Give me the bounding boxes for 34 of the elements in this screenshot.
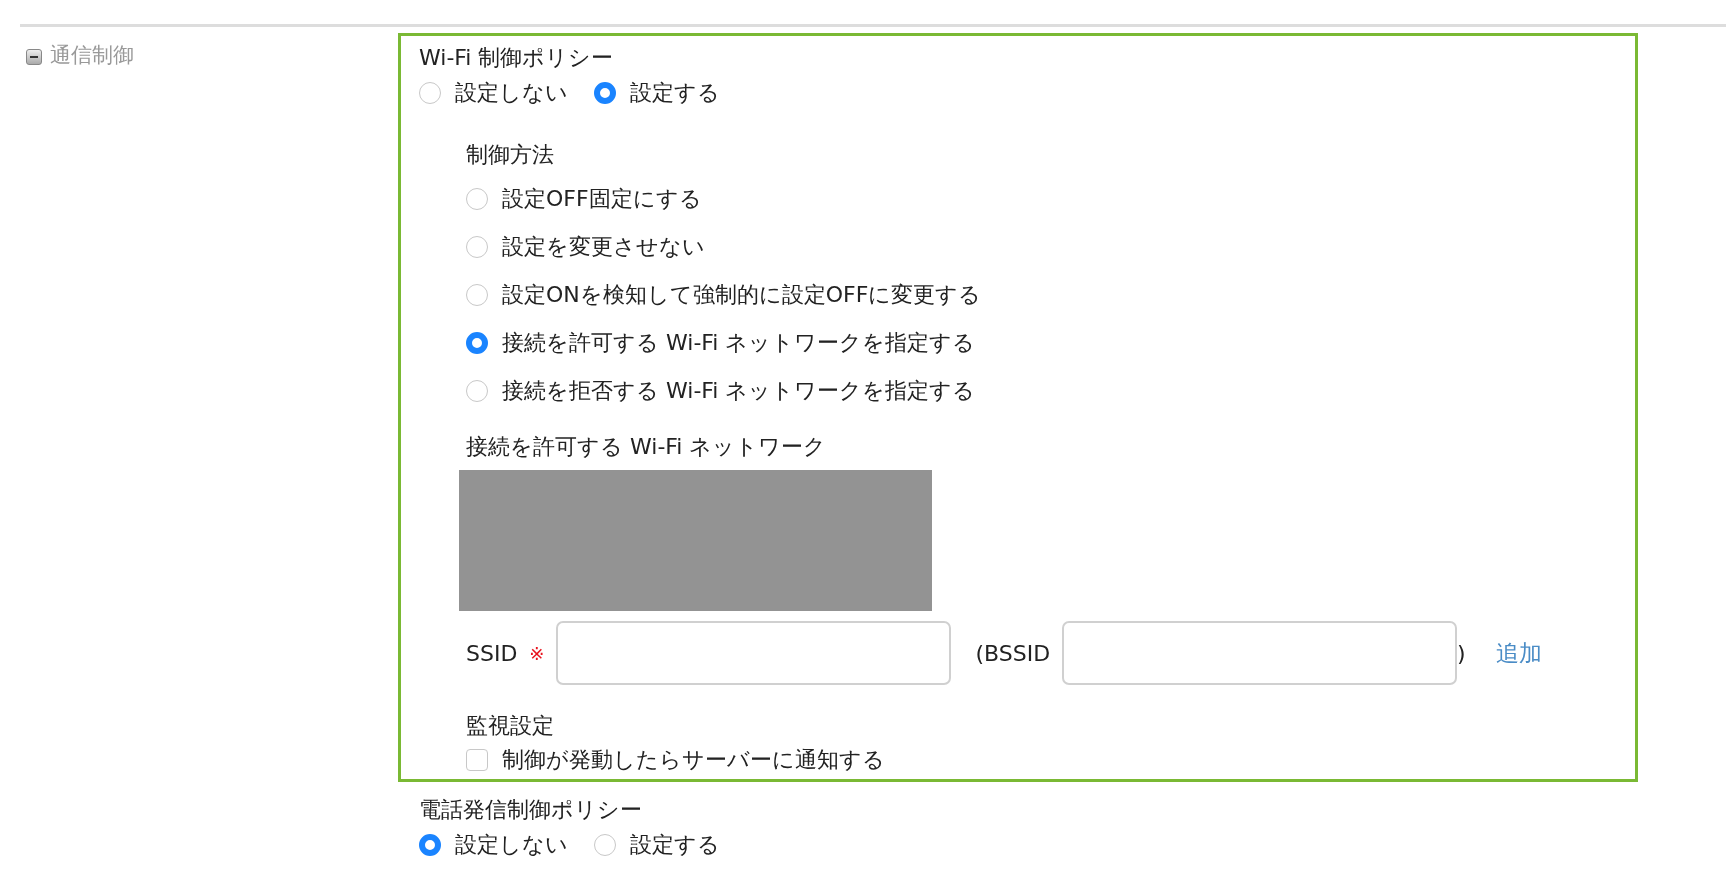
radio-button[interactable] [466, 380, 488, 402]
radio-label: 設定する [630, 831, 720, 859]
monitoring-heading: 監視設定 [466, 712, 555, 740]
radio-button[interactable] [466, 236, 488, 258]
radio-label: 設定しない [455, 831, 568, 859]
radio-label: 設定を変更させない [502, 233, 705, 261]
radio-button[interactable] [466, 332, 488, 354]
bssid-field[interactable] [1062, 621, 1458, 685]
radio-button[interactable] [419, 82, 441, 104]
ssid-field[interactable] [556, 621, 952, 685]
closing-paren: ) [1457, 640, 1466, 666]
radio-button[interactable] [419, 834, 441, 856]
required-mark: ※ [529, 642, 545, 664]
field-label: (BSSID [975, 640, 1051, 666]
radio-button[interactable] [594, 82, 616, 104]
field-label: SSID [466, 640, 518, 666]
policy-title: Wi-Fi 制御ポリシー [419, 44, 615, 72]
radio-button[interactable] [466, 284, 488, 306]
radio-button[interactable] [466, 188, 488, 210]
checkbox-label: 制御が発動したらサーバーに通知する [502, 746, 885, 774]
collapse-icon[interactable] [26, 49, 42, 65]
add-link[interactable]: 追加 [1495, 637, 1542, 669]
checkbox[interactable] [466, 749, 488, 771]
radio-label: 設定しない [455, 79, 568, 107]
radio-button[interactable] [594, 834, 616, 856]
radio-label: 設定OFF固定にする [502, 185, 702, 213]
method-heading: 制御方法 [466, 141, 555, 169]
policy-title: 電話発信制御ポリシー [419, 796, 643, 824]
section-label: 通信制御 [50, 42, 134, 69]
radio-label: 接続を拒否する Wi-Fi ネットワークを指定する [502, 377, 976, 405]
radio-label: 設定する [630, 79, 720, 107]
network-list-heading: 接続を許可する Wi-Fi ネットワーク [466, 433, 828, 461]
radio-label: 接続を許可する Wi-Fi ネットワークを指定する [502, 329, 976, 357]
radio-label: 設定ONを検知して強制的に設定OFFに変更する [502, 281, 982, 309]
